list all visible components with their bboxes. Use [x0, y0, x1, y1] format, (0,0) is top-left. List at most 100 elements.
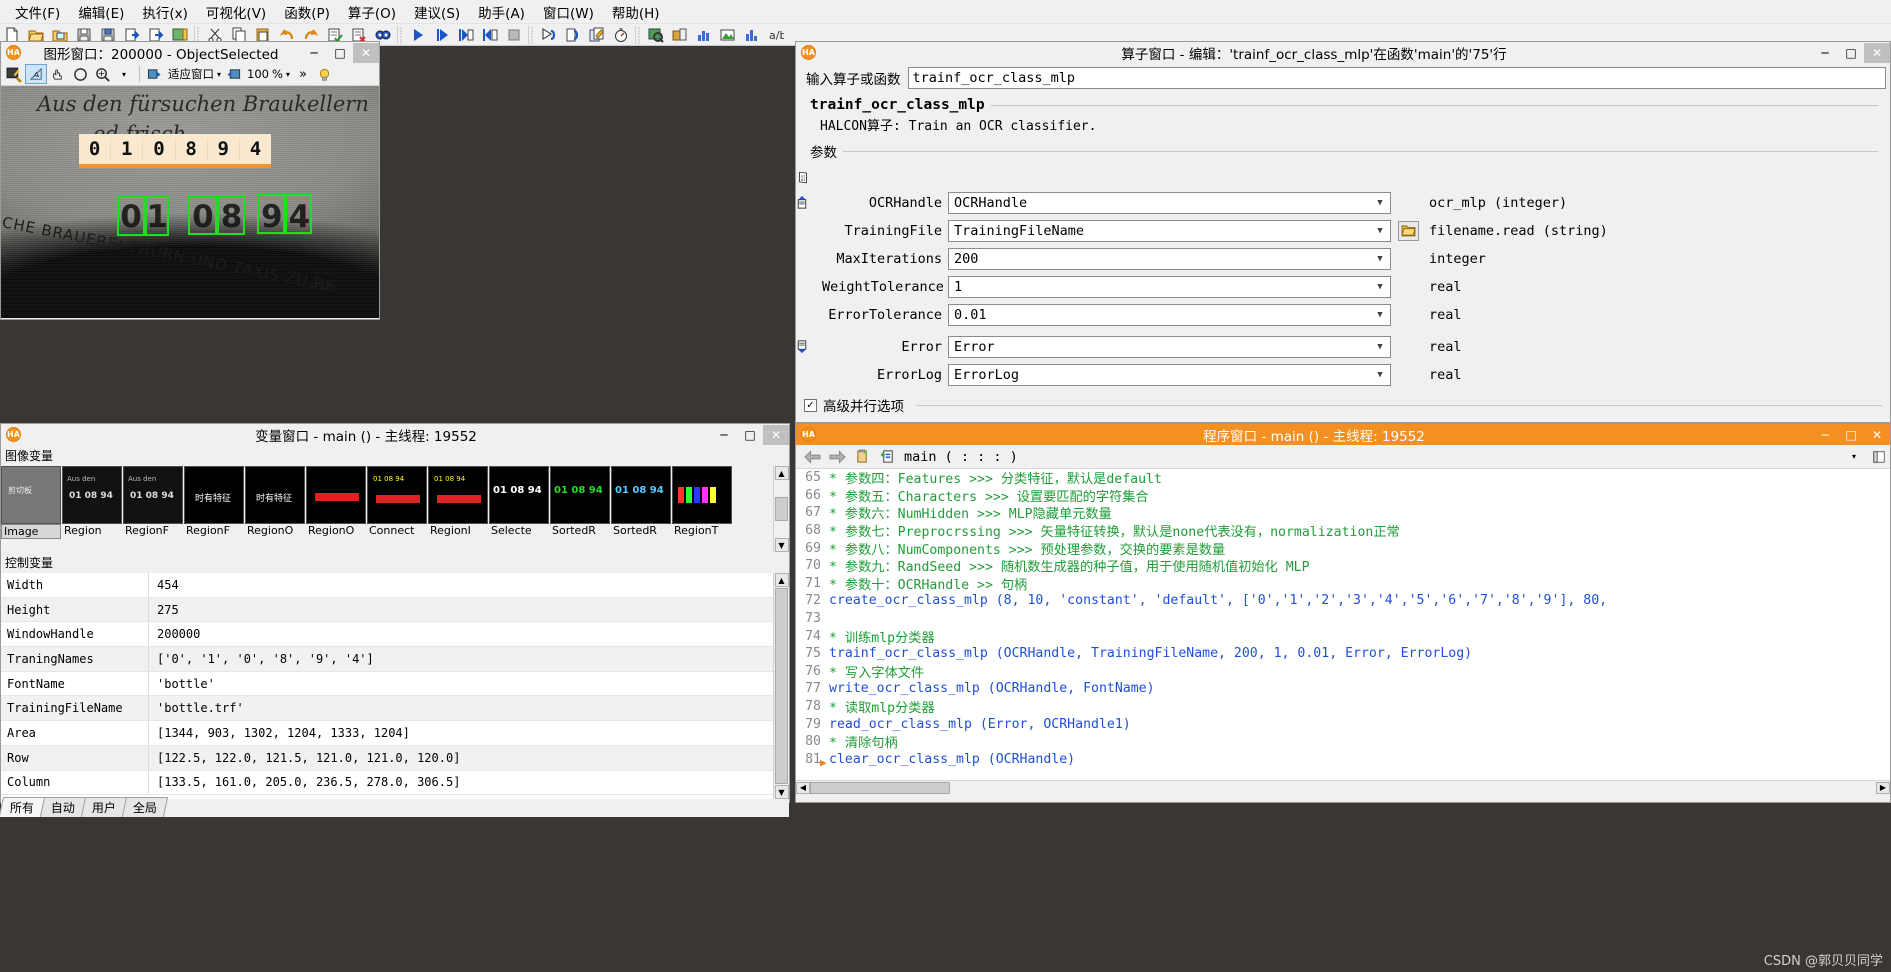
operator-close-button[interactable]: ✕: [1864, 42, 1890, 63]
image-variable-item[interactable]: Aus den 01 08 94 RegionF: [123, 466, 183, 552]
menu-visualization[interactable]: 可视化(V): [197, 0, 275, 24]
code-line[interactable]: 68 * 参数七：Preprocrssing >>> 矢量特征转换，默认是none…: [796, 522, 1890, 540]
zoom-dropdown-caret-icon[interactable]: ▾: [113, 64, 135, 84]
image-variable-item[interactable]: 01 08 94 SortedR: [611, 466, 671, 552]
image-variable-item[interactable]: 01 08 94 RegionI: [428, 466, 488, 552]
tab-user[interactable]: 用户: [80, 797, 128, 817]
scrollbar-thumb[interactable]: [775, 588, 788, 784]
code-editor[interactable]: 65 * 参数四：Features >>> 分类特征，默认是default 66 *…: [796, 469, 1890, 780]
param-input-errortolerance[interactable]: 0.01 ▼: [948, 303, 1391, 326]
menu-window[interactable]: 窗口(W): [534, 0, 603, 24]
image-variable-item[interactable]: 01 08 94 Connect: [367, 466, 427, 552]
program-maximize-button[interactable]: □: [1838, 425, 1864, 445]
scroll-left-icon[interactable]: ◀: [796, 781, 810, 794]
menu-assistants[interactable]: 助手(A): [469, 0, 534, 24]
code-line[interactable]: 71 * 参数十：OCRHandle >> 句柄: [796, 575, 1890, 593]
image-variable-item[interactable]: RegionO: [306, 466, 366, 552]
zoom-tool-icon[interactable]: [91, 64, 113, 84]
chevron-down-icon[interactable]: ▾: [1843, 447, 1865, 467]
code-line[interactable]: 70 * 参数九：RandSeed >>> 随机数生成器的种子值，用于使用随机值初…: [796, 557, 1890, 575]
code-line[interactable]: 65 * 参数四：Features >>> 分类特征，默认是default: [796, 469, 1890, 487]
code-line[interactable]: 78 * 读取mlp分类器: [796, 698, 1890, 716]
chevron-down-icon[interactable]: ▼: [1372, 310, 1388, 320]
code-line[interactable]: 67 * 参数六：NumHidden >>> MLP隐藏单元数量: [796, 504, 1890, 522]
program-close-button[interactable]: ✕: [1864, 425, 1890, 445]
graphics-close-button[interactable]: ✕: [353, 42, 379, 63]
operator-minimize-button[interactable]: ─: [1812, 43, 1838, 63]
code-line[interactable]: 76 * 写入字体文件: [796, 663, 1890, 681]
open-variable-icon[interactable]: [668, 24, 692, 45]
operator-name-input[interactable]: trainf_ocr_class_mlp: [907, 66, 1886, 89]
feature-icon[interactable]: [740, 24, 764, 45]
menu-execute[interactable]: 执行(x): [133, 0, 197, 24]
code-line[interactable]: 69 * 参数八：NumComponents >>> 预处理参数，交换的要素是数量: [796, 539, 1890, 558]
image-variable-item[interactable]: Aus den 01 08 94 Region: [62, 466, 122, 552]
param-input-error[interactable]: Error ▼: [948, 335, 1391, 358]
clear-window-icon[interactable]: [3, 64, 25, 84]
step-out-icon[interactable]: [478, 24, 502, 45]
table-row[interactable]: TrainingFileName 'bottle.trf': [1, 696, 773, 722]
code-line[interactable]: 66 * 参数五：Characters >>> 设置要匹配的字符集合: [796, 487, 1890, 505]
image-variable-item[interactable]: 剪切板 Image: [1, 466, 61, 552]
variable-minimize-button[interactable]: ─: [711, 425, 737, 445]
menu-edit[interactable]: 编辑(E): [69, 0, 133, 24]
graphics-canvas[interactable]: Aus den fürsuchen Braukellern ed frisch.…: [1, 86, 379, 318]
lamp-icon[interactable]: [314, 64, 336, 84]
scroll-up-icon[interactable]: ▲: [774, 573, 789, 587]
menu-help[interactable]: 帮助(H): [603, 0, 669, 24]
code-line[interactable]: 77 write_ocr_class_mlp (OCRHandle, FontNa…: [796, 680, 1890, 698]
image-variable-item[interactable]: 01 08 94 Selecte: [489, 466, 549, 552]
tab-auto[interactable]: 自动: [39, 797, 87, 817]
image-variable-item[interactable]: 01 08 94 SortedR: [550, 466, 610, 552]
chevron-down-icon[interactable]: ▼: [1372, 370, 1388, 380]
zoom-level-icon[interactable]: [223, 64, 245, 84]
image-variable-item[interactable]: RegionT: [672, 466, 732, 552]
param-input-weighttolerance[interactable]: 1 ▼: [948, 275, 1391, 298]
advanced-parallel-options-row[interactable]: ✓ 高级并行选项: [796, 389, 1890, 415]
program-minimize-button[interactable]: ─: [1812, 425, 1838, 445]
image-inspect-icon[interactable]: [644, 24, 668, 45]
operator-maximize-button[interactable]: □: [1838, 43, 1864, 63]
scroll-up-icon[interactable]: ▲: [774, 466, 789, 480]
code-line[interactable]: 73: [796, 610, 1890, 628]
step-into-icon[interactable]: [454, 24, 478, 45]
menu-suggestions[interactable]: 建议(S): [405, 0, 469, 24]
scroll-right-icon[interactable]: ▶: [1876, 781, 1890, 794]
code-horizontal-scrollbar[interactable]: ◀ ▶: [796, 780, 1890, 794]
tab-global[interactable]: 全局: [121, 797, 169, 817]
image-variable-item[interactable]: 时有特征 RegionF: [184, 466, 244, 552]
table-row[interactable]: TraningNames ['0', '1', '0', '8', '9', '…: [1, 647, 773, 672]
menu-operators[interactable]: 算子(O): [339, 0, 405, 24]
run-icon[interactable]: [406, 24, 430, 45]
clipboard-icon[interactable]: [851, 447, 873, 467]
menu-file[interactable]: 文件(F): [6, 0, 69, 24]
variable-maximize-button[interactable]: □: [737, 425, 763, 445]
table-row[interactable]: Area [1344, 903, 1302, 1204, 1333, 1204]: [1, 721, 773, 746]
scrollbar-thumb[interactable]: [810, 781, 950, 794]
image-variables-strip[interactable]: 剪切板 Image Aus den 01 08 94 Region Aus de…: [1, 466, 789, 552]
reset-icon[interactable]: [537, 24, 561, 45]
fit-window-icon[interactable]: [144, 64, 166, 84]
code-line[interactable]: 74 * 训练mlp分类器: [796, 627, 1890, 646]
step-over-icon[interactable]: [430, 24, 454, 45]
code-line[interactable]: 75 trainf_ocr_class_mlp (OCRHandle, Train…: [796, 645, 1890, 663]
fit-window-combo[interactable]: 适应窗口 ▾: [166, 65, 223, 83]
zoom-level-combo[interactable]: 100 % ▾: [245, 65, 292, 83]
graphics-toolbar-overflow-button[interactable]: »: [292, 64, 314, 84]
scroll-down-icon[interactable]: ▼: [774, 785, 789, 799]
chevron-down-icon[interactable]: ▼: [1372, 198, 1388, 208]
chevron-down-icon[interactable]: ▼: [1372, 282, 1388, 292]
chevron-down-icon[interactable]: ▼: [1372, 226, 1388, 236]
control-variable-scrollbar[interactable]: ▲ ▼: [773, 573, 789, 799]
code-line[interactable]: 72 create_ocr_class_mlp (8, 10, 'constant…: [796, 592, 1890, 610]
arrow-right-icon[interactable]: [826, 447, 848, 467]
region-icon[interactable]: [716, 24, 740, 45]
code-line[interactable]: 80 * 清除句柄: [796, 733, 1890, 751]
param-input-maxiterations[interactable]: 200 ▼: [948, 247, 1391, 270]
graphics-maximize-button[interactable]: □: [327, 43, 353, 63]
menu-procedures[interactable]: 函数(P): [275, 0, 339, 24]
table-row[interactable]: Width 454: [1, 573, 773, 598]
variable-close-button[interactable]: ✕: [763, 424, 789, 445]
panel-icon[interactable]: [1868, 447, 1890, 467]
edit-program-icon[interactable]: [585, 24, 609, 45]
